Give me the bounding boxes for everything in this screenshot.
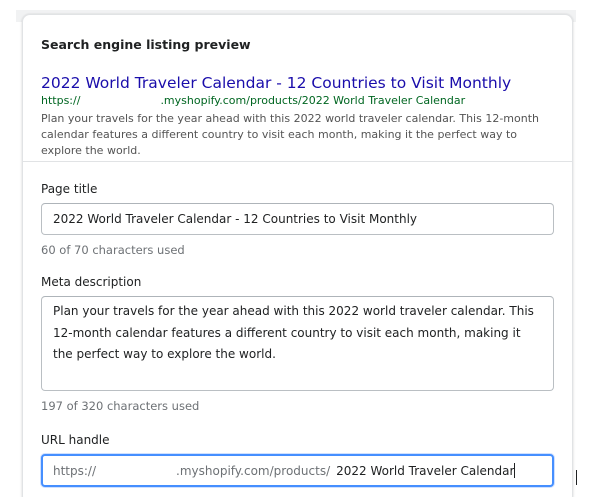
- url-handle-group: URL handle https:// .myshopify.com/produc…: [41, 432, 556, 487]
- meta-description-label: Meta description: [41, 275, 142, 289]
- seo-card: Search engine listing preview 2022 World…: [22, 14, 573, 497]
- preview-title: 2022 World Traveler Calendar - 12 Countr…: [41, 74, 512, 92]
- seo-form: Page title 2022 World Traveler Calendar …: [41, 181, 556, 497]
- page-title-char-count: 60 of 70 characters used: [41, 243, 185, 257]
- url-handle-value: 2022 World Traveler Calendar: [336, 464, 515, 478]
- url-handle-prefix: https:// .myshopify.com/products/: [53, 464, 330, 478]
- url-handle-prefix-start: https://: [53, 464, 97, 478]
- preview-url-suffix: .myshopify.com/products/2022 World Trave…: [160, 94, 466, 107]
- preview-url: https:// .myshopify.com/products/2022 Wor…: [41, 94, 554, 108]
- page-title-input[interactable]: 2022 World Traveler Calendar - 12 Countr…: [41, 203, 554, 235]
- url-handle-input[interactable]: https:// .myshopify.com/products/2022 Wor…: [41, 454, 554, 487]
- preview-heading: Search engine listing preview: [41, 37, 251, 52]
- meta-description-char-count: 197 of 320 characters used: [41, 399, 200, 413]
- page-title-label: Page title: [41, 182, 98, 196]
- url-handle-prefix-end: .myshopify.com/products/: [176, 464, 331, 478]
- page-title-group: Page title 2022 World Traveler Calendar …: [41, 181, 556, 258]
- meta-description-textarea[interactable]: Plan your travels for the year ahead wit…: [41, 296, 554, 391]
- meta-description-group: Meta description Plan your travels for t…: [41, 274, 556, 414]
- search-preview: Search engine listing preview 2022 World…: [23, 15, 572, 161]
- text-caret: [514, 463, 516, 478]
- preview-description: Plan your travels for the year ahead wit…: [41, 112, 540, 157]
- text-cursor-icon: [576, 470, 577, 485]
- section-divider: [23, 161, 572, 162]
- preview-url-prefix: https://: [41, 94, 81, 107]
- url-handle-label: URL handle: [41, 433, 110, 447]
